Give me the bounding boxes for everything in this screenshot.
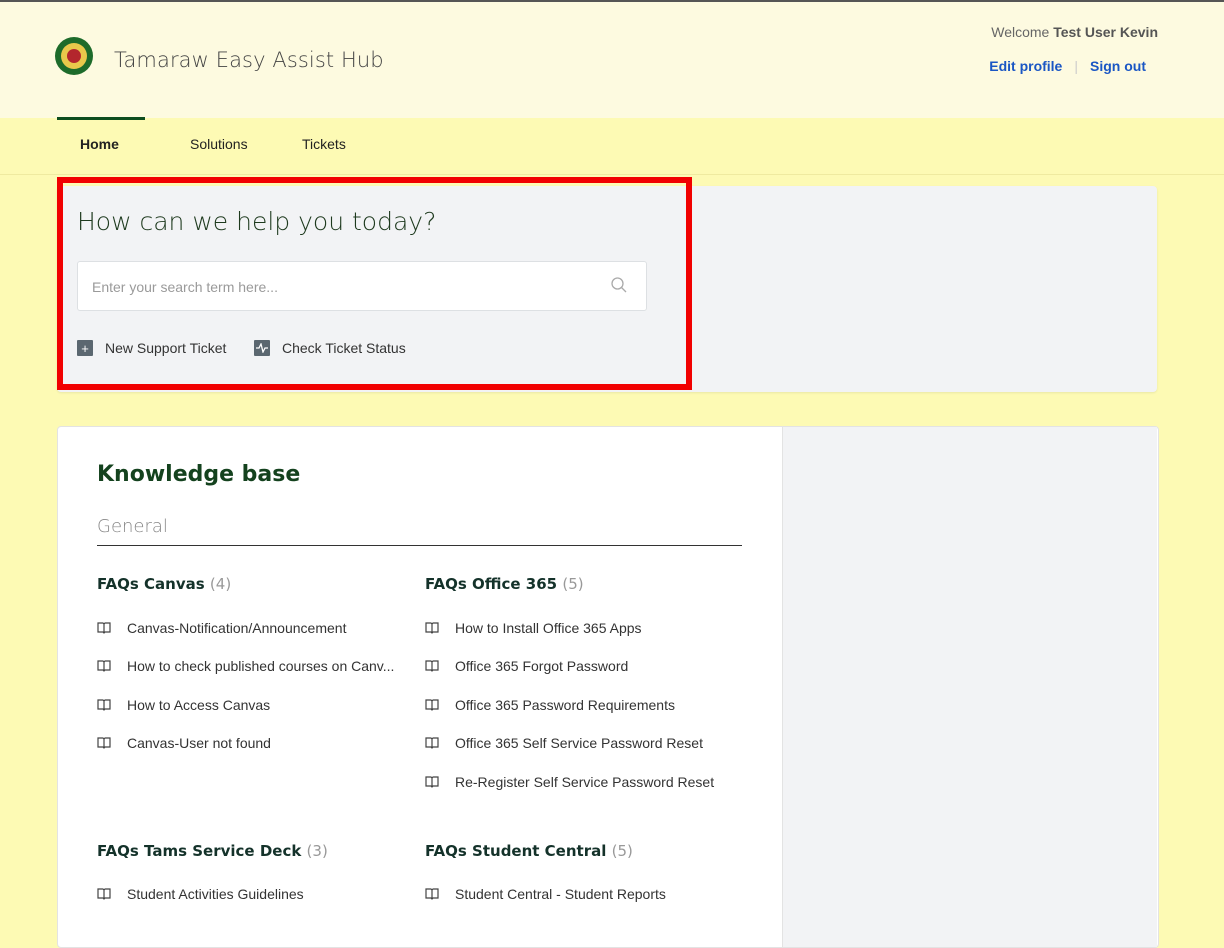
book-icon bbox=[425, 660, 439, 672]
check-ticket-status-button[interactable]: Check Ticket Status bbox=[254, 339, 406, 357]
article-title: Office 365 Self Service Password Reset bbox=[455, 735, 703, 751]
article-link[interactable]: How to Access Canvas bbox=[97, 697, 270, 713]
search-input[interactable] bbox=[90, 262, 594, 312]
book-icon bbox=[97, 888, 111, 900]
article-title: Re-Register Self Service Password Reset bbox=[455, 774, 715, 790]
category-title: FAQs Student Central bbox=[425, 842, 607, 860]
category-title: FAQs Tams Service Deck bbox=[97, 842, 302, 860]
article-link[interactable]: Office 365 Password Requirements bbox=[425, 697, 675, 713]
article-title: How to check published courses on Canv..… bbox=[127, 658, 395, 674]
category-faqs-tams-service-deck[interactable]: FAQs Tams Service Deck (3) bbox=[97, 842, 328, 860]
article-title: Office 365 Password Requirements bbox=[455, 697, 675, 713]
sign-out-link[interactable]: Sign out bbox=[1090, 58, 1146, 74]
welcome-message: Welcome Test User Kevin bbox=[991, 24, 1158, 40]
edit-profile-link[interactable]: Edit profile bbox=[989, 58, 1062, 74]
category-title: FAQs Canvas bbox=[97, 575, 205, 593]
new-support-ticket-label: New Support Ticket bbox=[105, 340, 227, 356]
article-title: Office 365 Forgot Password bbox=[455, 658, 629, 674]
article-title: Canvas-User not found bbox=[127, 735, 271, 751]
article-title: Student Central - Student Reports bbox=[455, 886, 666, 902]
article-link[interactable]: Student Activities Guidelines bbox=[97, 886, 304, 902]
knowledge-base-title: Knowledge base bbox=[97, 462, 301, 487]
plus-icon: + bbox=[77, 340, 93, 356]
book-icon bbox=[425, 776, 439, 788]
search-icon[interactable] bbox=[610, 276, 628, 294]
book-icon bbox=[425, 622, 439, 634]
tab-solutions[interactable]: Solutions bbox=[190, 136, 248, 152]
pulse-icon bbox=[254, 340, 270, 356]
tab-tickets[interactable]: Tickets bbox=[302, 136, 346, 152]
article-link[interactable]: Canvas-Notification/Announcement bbox=[97, 620, 346, 636]
hero-title: How can we help you today? bbox=[77, 207, 437, 236]
book-icon bbox=[425, 737, 439, 749]
book-icon bbox=[425, 699, 439, 711]
book-icon bbox=[425, 888, 439, 900]
article-title: How to Install Office 365 Apps bbox=[455, 620, 642, 636]
section-divider bbox=[97, 545, 742, 546]
category-faqs-canvas[interactable]: FAQs Canvas (4) bbox=[97, 575, 231, 593]
article-link[interactable]: Re-Register Self Service Password Reset bbox=[425, 774, 714, 790]
category-faqs-student-central[interactable]: FAQs Student Central (5) bbox=[425, 842, 633, 860]
category-count: (5) bbox=[611, 842, 633, 860]
welcome-prefix: Welcome bbox=[991, 24, 1050, 40]
category-count: (3) bbox=[306, 842, 328, 860]
user-name: Test User Kevin bbox=[1053, 24, 1158, 40]
book-icon bbox=[97, 737, 111, 749]
university-seal-logo[interactable] bbox=[55, 37, 93, 75]
article-link[interactable]: How to check published courses on Canv..… bbox=[97, 658, 394, 674]
category-count: (4) bbox=[209, 575, 232, 593]
book-icon bbox=[97, 622, 111, 634]
article-link[interactable]: Office 365 Forgot Password bbox=[425, 658, 628, 674]
search-box bbox=[77, 261, 647, 312]
tab-home[interactable]: Home bbox=[80, 136, 119, 152]
book-icon bbox=[97, 660, 111, 672]
knowledge-base-sidebar bbox=[782, 427, 1157, 947]
article-title: How to Access Canvas bbox=[127, 697, 271, 713]
check-ticket-status-label: Check Ticket Status bbox=[282, 340, 406, 356]
site-header: Tamaraw Easy Assist Hub Welcome Test Use… bbox=[0, 2, 1224, 118]
category-title: FAQs Office 365 bbox=[425, 575, 558, 593]
main-nav: Home Solutions Tickets bbox=[0, 118, 1224, 175]
kb-section-general: General bbox=[97, 516, 168, 537]
site-title[interactable]: Tamaraw Easy Assist Hub bbox=[114, 48, 384, 72]
article-link[interactable]: Student Central - Student Reports bbox=[425, 886, 666, 902]
book-icon bbox=[97, 699, 111, 711]
article-title: Student Activities Guidelines bbox=[127, 886, 304, 902]
category-count: (5) bbox=[562, 575, 584, 593]
user-links: Edit profile | Sign out bbox=[989, 58, 1146, 74]
article-title: Canvas-Notification/Announcement bbox=[127, 620, 347, 636]
article-link[interactable]: Canvas-User not found bbox=[97, 735, 271, 751]
article-link[interactable]: How to Install Office 365 Apps bbox=[425, 620, 642, 636]
new-support-ticket-button[interactable]: + New Support Ticket bbox=[77, 339, 226, 357]
link-separator: | bbox=[1074, 58, 1078, 74]
category-faqs-office-365[interactable]: FAQs Office 365 (5) bbox=[425, 575, 584, 593]
article-link[interactable]: Office 365 Self Service Password Reset bbox=[425, 735, 703, 751]
active-tab-indicator bbox=[57, 117, 145, 120]
